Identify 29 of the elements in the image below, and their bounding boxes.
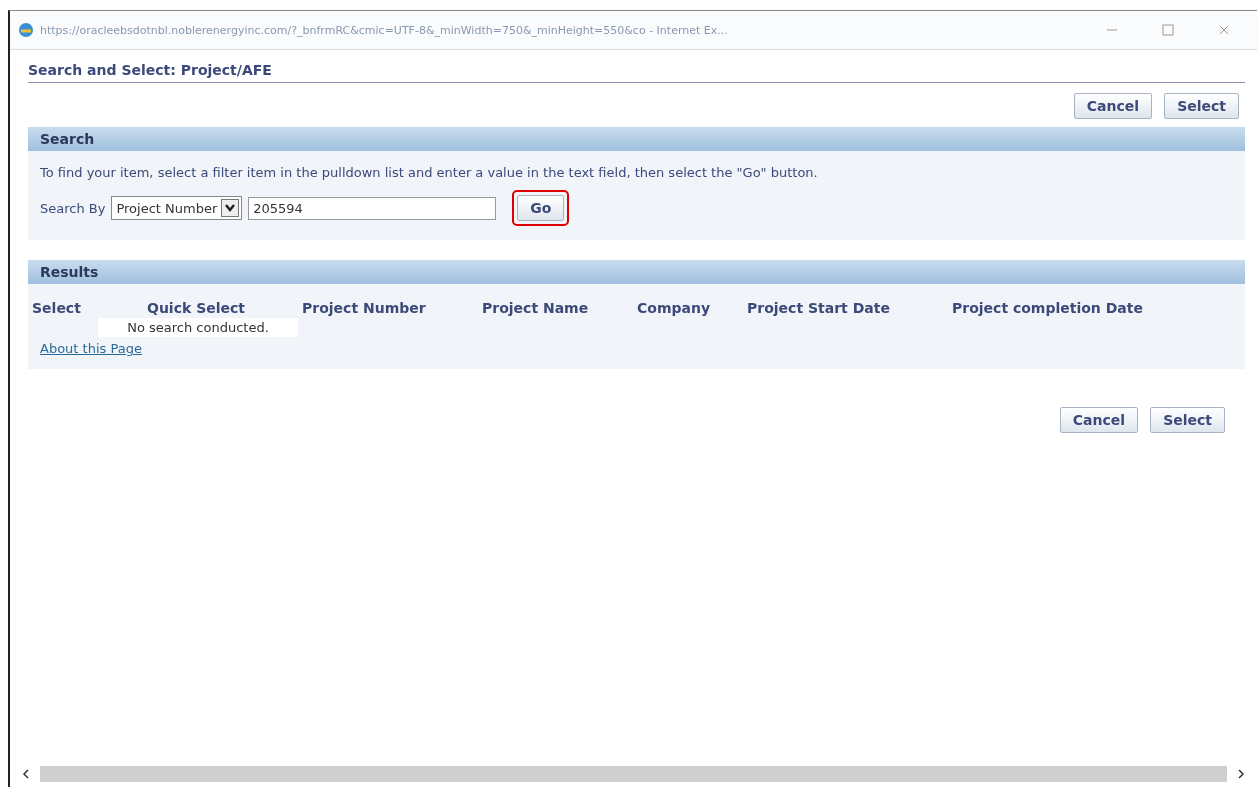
window-address: https://oracleebsdotnbl.noblerenergyinc.com/?_bnfrmRC&cmic=UTF-8&_minWidth=750&_minHeight=550&co - Internet Ex... bbox=[40, 23, 729, 37]
instructions: To find your item, select a filter item in the pulldown list and enter a value in the text field, then select the "Go" button. bbox=[40, 165, 819, 180]
close-icon[interactable] bbox=[1217, 23, 1231, 37]
column-header: Company bbox=[636, 299, 712, 318]
maximize-icon[interactable] bbox=[1161, 23, 1175, 37]
caret-icon bbox=[221, 199, 240, 217]
search-field[interactable]: 205594 bbox=[248, 196, 497, 220]
page-title: Search and Select: Project/AFE bbox=[28, 62, 1245, 83]
column-header: Project Number bbox=[301, 299, 427, 318]
column-header: Project completion Date bbox=[951, 299, 1144, 318]
cancel-button[interactable]: Cancel bbox=[1073, 93, 1153, 119]
column-header: Select bbox=[31, 299, 82, 318]
select-button[interactable]: Select bbox=[1150, 407, 1225, 433]
scroll-right-icon[interactable] bbox=[1235, 768, 1247, 780]
column-header: Project Start Date bbox=[746, 299, 891, 318]
scroll-left-icon[interactable] bbox=[20, 768, 32, 780]
empty-message: No search conducted. bbox=[98, 318, 298, 337]
results-header: Results bbox=[28, 260, 1245, 284]
go-button[interactable]: Go bbox=[517, 195, 565, 221]
select-button[interactable]: Select bbox=[1164, 93, 1239, 119]
search-header: Search bbox=[28, 127, 1245, 151]
cancel-button[interactable]: Cancel bbox=[1059, 407, 1139, 433]
filter-dropdown[interactable]: Project Number bbox=[111, 196, 243, 220]
scrollbar[interactable] bbox=[40, 766, 1227, 782]
about-page-link[interactable]: About this Page bbox=[40, 341, 142, 356]
column-header: Project Name bbox=[481, 299, 590, 318]
browser-icon bbox=[18, 22, 34, 38]
search-by-label: Search By bbox=[40, 200, 106, 216]
column-header: Quick Select bbox=[146, 299, 246, 318]
